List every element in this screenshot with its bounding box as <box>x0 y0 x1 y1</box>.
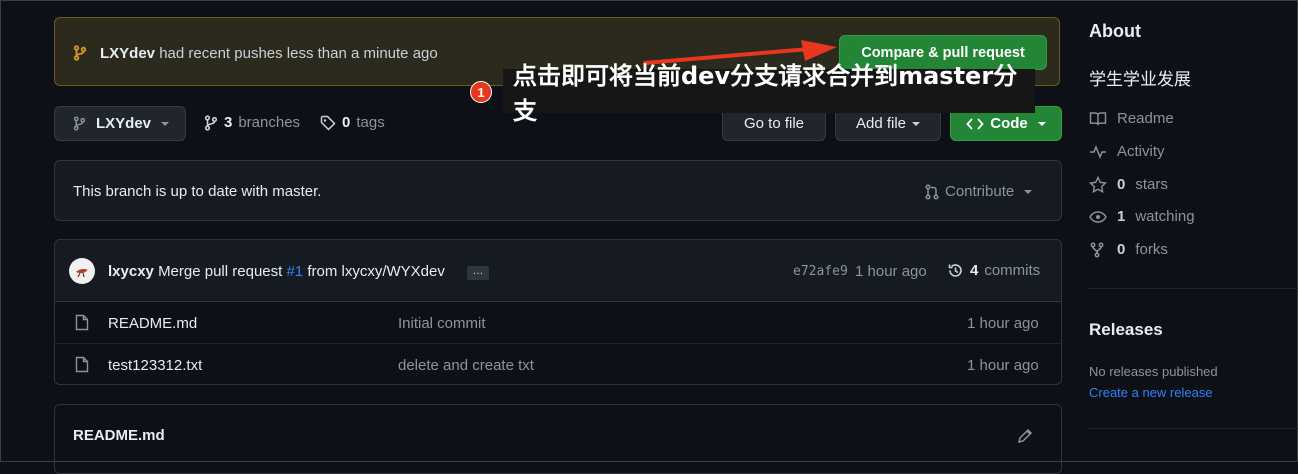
create-release-link[interactable]: Create a new release <box>1089 385 1213 400</box>
branches-count: 3 <box>224 114 233 131</box>
avatar[interactable] <box>69 258 95 284</box>
branch-status-text: This branch is up to date with master. <box>73 183 322 200</box>
tag-icon <box>320 115 336 131</box>
sidebar-item-label: forks <box>1135 241 1168 258</box>
recent-push-text: LXYdev had recent pushes less than a min… <box>100 45 438 62</box>
file-list: lxycxy Merge pull request #1 from lxycxy… <box>54 239 1062 385</box>
branch-select-button[interactable]: LXYdev <box>54 106 186 141</box>
file-name-link[interactable]: README.md <box>108 315 197 332</box>
commit-time: 1 hour ago <box>855 263 927 280</box>
latest-commit-row: lxycxy Merge pull request #1 from lxycxy… <box>55 240 1061 302</box>
pencil-icon[interactable] <box>1017 428 1033 444</box>
commits-label: commits <box>984 262 1041 279</box>
readme-panel: README.md <box>54 404 1062 474</box>
branch-status-box: This branch is up to date with master. C… <box>54 160 1062 221</box>
history-icon <box>947 262 964 279</box>
watching-count: 1 <box>1117 208 1126 225</box>
commits-count: 4 <box>970 262 979 279</box>
sidebar-item-stars[interactable]: 0 stars <box>1089 176 1168 193</box>
sidebar-item-label: stars <box>1135 176 1168 193</box>
about-heading: About <box>1089 21 1141 41</box>
commit-sha[interactable]: e72afe9 <box>793 264 848 279</box>
fork-icon <box>1089 242 1107 258</box>
commit-message-prefix: Merge pull request <box>158 263 283 280</box>
sidebar-item-watching[interactable]: 1 watching <box>1089 208 1195 225</box>
recent-push-message: had recent pushes less than a minute ago <box>159 45 438 62</box>
chevron-down-icon <box>1037 121 1046 126</box>
file-commit-time: 1 hour ago <box>967 315 1039 332</box>
star-icon <box>1089 176 1107 193</box>
file-commit-time: 1 hour ago <box>967 357 1039 374</box>
annotation-caption: 点击即可将当前dev分支请求合并到master分支 <box>503 62 1035 125</box>
file-name-link[interactable]: test123312.txt <box>108 357 202 374</box>
table-row: test123312.txt delete and create txt 1 h… <box>55 343 1061 384</box>
eye-icon <box>1089 210 1107 224</box>
sidebar-item-label: Readme <box>1117 110 1174 127</box>
sidebar-item-readme[interactable]: Readme <box>1089 110 1174 127</box>
file-icon <box>75 314 89 331</box>
forks-count: 0 <box>1117 241 1126 258</box>
tags-link[interactable]: 0 tags <box>320 114 385 131</box>
book-icon <box>1089 111 1107 127</box>
pushed-branch-name[interactable]: LXYdev <box>100 45 155 62</box>
commits-history-link[interactable]: 4 commits <box>947 262 1040 279</box>
sidebar-item-label: watching <box>1135 208 1195 225</box>
branches-link[interactable]: 3 branches <box>204 114 300 131</box>
repo-description: 学生学业发展 <box>1089 70 1191 89</box>
pull-request-link[interactable]: #1 <box>286 263 303 280</box>
expand-commit-button[interactable]: … <box>467 266 489 280</box>
file-commit-message[interactable]: delete and create txt <box>398 357 534 374</box>
current-branch-label: LXYdev <box>96 115 152 132</box>
sidebar-item-forks[interactable]: 0 forks <box>1089 241 1168 258</box>
table-row: README.md Initial commit 1 hour ago <box>55 302 1061 343</box>
tags-label: tags <box>356 114 385 131</box>
sidebar-item-label: Activity <box>1117 143 1165 160</box>
file-commit-message[interactable]: Initial commit <box>398 315 486 332</box>
branch-icon <box>73 45 87 61</box>
pulse-icon <box>1089 144 1107 160</box>
file-icon <box>75 356 89 373</box>
contribute-label: Contribute <box>945 183 1015 200</box>
no-releases-text: No releases published <box>1089 364 1218 379</box>
sidebar-divider <box>1089 288 1298 289</box>
commit-author[interactable]: lxycxy <box>108 263 154 280</box>
stars-count: 0 <box>1117 176 1126 193</box>
pull-request-icon <box>925 183 939 200</box>
commit-message: lxycxy Merge pull request #1 from lxycxy… <box>108 263 445 280</box>
branches-label: branches <box>238 114 301 131</box>
chevron-down-icon <box>1024 189 1033 194</box>
annotation-step-badge: 1 <box>470 81 492 103</box>
commit-message-suffix: from lxycxy/WYXdev <box>307 263 445 280</box>
tags-count: 0 <box>342 114 351 131</box>
branch-icon <box>73 116 86 131</box>
readme-title: README.md <box>73 427 165 444</box>
chevron-down-icon <box>161 121 170 126</box>
sidebar-divider <box>1089 428 1298 429</box>
sidebar-item-activity[interactable]: Activity <box>1089 143 1165 160</box>
branch-icon <box>204 114 218 131</box>
releases-heading[interactable]: Releases <box>1089 320 1163 340</box>
contribute-dropdown[interactable]: Contribute <box>925 183 1033 200</box>
